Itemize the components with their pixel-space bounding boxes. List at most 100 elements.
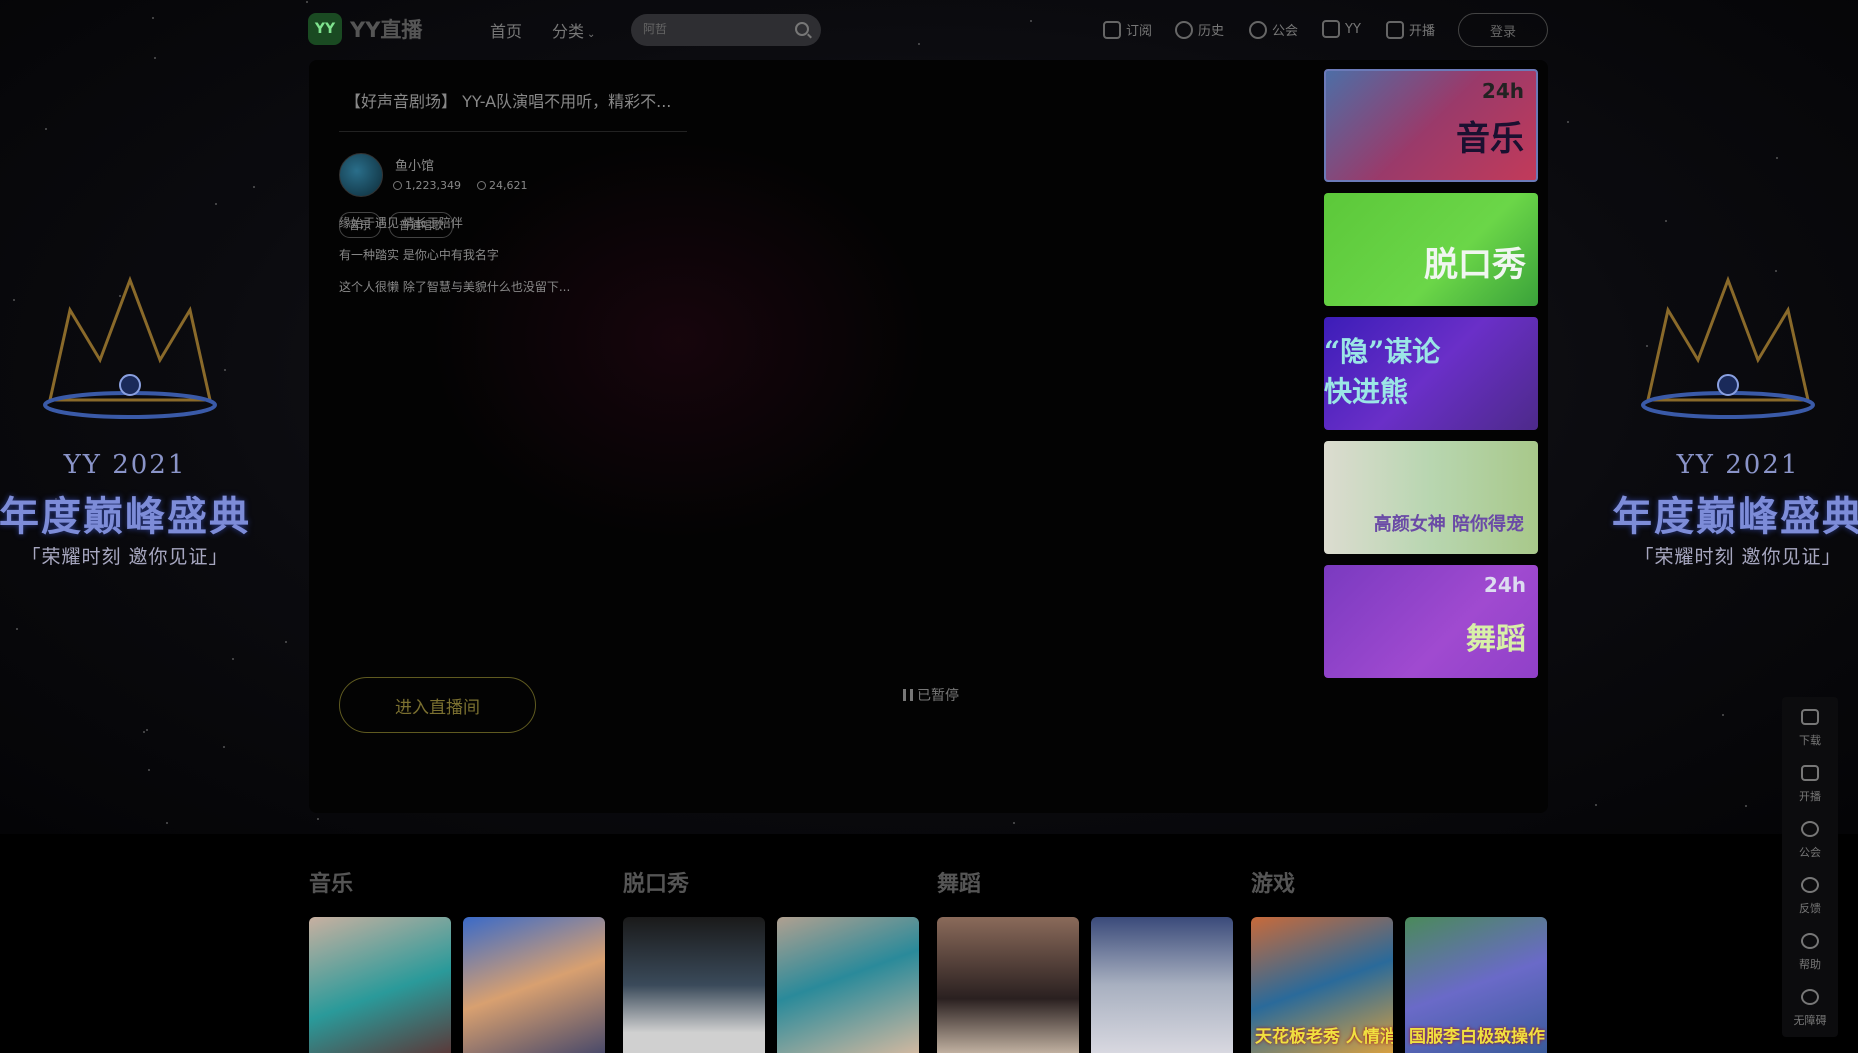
top-header: YY YY直播 首页 分类⌄ 订阅 历史 公会 YY 开播 登录 — [0, 0, 1858, 60]
float-broadcast[interactable]: 开播 — [1782, 753, 1838, 805]
festival-line2: 年度巅峰盛典 — [1612, 493, 1858, 540]
banner-goddess[interactable]: 高颜女神 陪你得宠 — [1324, 441, 1538, 554]
nav-yy-label: YY — [1345, 21, 1361, 37]
bookmark-icon — [1103, 20, 1121, 39]
description-line-1: 缘始于遇见 情长于陪伴 — [339, 216, 463, 230]
login-button[interactable]: 登录 — [1458, 13, 1548, 47]
room-title[interactable]: 【好声音剧场】 YY-A队演唱不用听，精彩不... — [345, 88, 685, 112]
float-broadcast-label: 开播 — [1799, 790, 1821, 803]
room-thumbnail[interactable] — [463, 917, 605, 1053]
float-accessibility[interactable]: 无障碍 — [1782, 977, 1838, 1029]
category-title-game[interactable]: 游戏 — [1251, 866, 1295, 898]
nav-yy[interactable]: YY — [1322, 20, 1361, 38]
search-box — [631, 14, 821, 46]
festival-line3: 「荣耀时刻 邀你见证」 — [1634, 546, 1842, 568]
viewer-count: 1,223,349 — [393, 179, 461, 192]
star — [1012, 821, 1015, 824]
heart-icon — [476, 181, 486, 190]
star — [1594, 803, 1597, 806]
nav-category[interactable]: 分类 ⌄ — [552, 18, 595, 42]
nav-category-label: 分类 — [552, 22, 585, 41]
star — [147, 768, 150, 771]
festival-line1: YY 2021 — [1676, 450, 1800, 480]
star — [1566, 120, 1569, 123]
crown-icon — [1641, 275, 1815, 419]
room-thumbnail[interactable] — [937, 917, 1079, 1053]
room-thumbnail[interactable] — [309, 917, 451, 1053]
streamer-name[interactable]: 鱼小馆 — [395, 155, 434, 174]
star — [1744, 805, 1747, 807]
room-thumbnail[interactable]: 国服李白极致操作 — [1405, 917, 1547, 1053]
like-count-value: 24,621 — [488, 179, 528, 192]
star — [316, 818, 319, 821]
star — [145, 729, 148, 732]
room-thumbnail[interactable] — [777, 917, 919, 1053]
star — [143, 731, 146, 734]
enter-room-button[interactable]: 进入直播间 — [339, 677, 536, 733]
floating-toolbar: 下载 开播 公会 反馈 帮助 无障碍 — [1782, 697, 1838, 1037]
banner-music[interactable]: 24h 音乐 — [1324, 69, 1538, 182]
banner-badge: 24h — [1481, 79, 1524, 103]
float-guild[interactable]: 公会 — [1782, 809, 1838, 861]
chat-icon — [1801, 877, 1819, 893]
room-thumbnail[interactable] — [1091, 917, 1233, 1053]
banner-label: 音乐 — [1456, 119, 1524, 159]
pause-icon — [903, 689, 913, 701]
star — [45, 128, 48, 131]
banner-conspiracy[interactable]: “隐”谋论 快进熊 — [1324, 317, 1538, 430]
star — [223, 746, 226, 749]
paused-label: 已暂停 — [917, 688, 959, 704]
category-title-music[interactable]: 音乐 — [309, 866, 353, 898]
clock-icon — [1175, 20, 1193, 39]
float-accessibility-label: 无障碍 — [1793, 1014, 1827, 1027]
hero-stage: YY 2021 年度巅峰盛典 「荣耀时刻 邀你见证」 YY 2021 年度巅峰盛… — [0, 0, 1858, 834]
streamer-avatar[interactable] — [339, 153, 383, 197]
category-title-dance[interactable]: 舞蹈 — [937, 866, 981, 898]
float-help-label: 帮助 — [1799, 958, 1821, 971]
banner-label: 舞蹈 — [1466, 622, 1526, 657]
panel-glow — [429, 140, 929, 540]
nav-broadcast[interactable]: 开播 — [1386, 20, 1435, 39]
room-thumbnail[interactable]: 天花板老秀 人情消失术 — [1251, 917, 1393, 1053]
description-line-2: 有一种踏实 是你心中有我名字 — [339, 248, 499, 262]
camera-icon — [1801, 765, 1819, 781]
camera-icon — [1386, 20, 1404, 39]
category-title-talkshow[interactable]: 脱口秀 — [623, 866, 689, 898]
search-icon[interactable] — [795, 22, 809, 36]
search-input[interactable] — [643, 22, 783, 36]
float-guild-label: 公会 — [1799, 846, 1821, 859]
recommended-banners: 24h 音乐 脱口秀 “隐”谋论 快进熊 高颜女神 陪你得宠 24h 舞蹈 — [1324, 69, 1538, 689]
banner-label: 脱口秀 — [1424, 245, 1526, 285]
festival-line1: YY 2021 — [63, 450, 187, 480]
divider — [339, 131, 687, 132]
float-download-label: 下载 — [1799, 734, 1821, 747]
festival-line3: 「荣耀时刻 邀你见证」 — [21, 546, 229, 568]
chevron-down-icon: ⌄ — [587, 29, 596, 40]
shield-icon — [1801, 821, 1819, 837]
nav-home[interactable]: 首页 — [490, 18, 522, 42]
star — [1775, 156, 1778, 159]
room-thumbnail[interactable] — [623, 917, 765, 1053]
site-logo[interactable]: YY YY直播 — [308, 13, 422, 45]
float-help[interactable]: 帮助 — [1782, 921, 1838, 973]
banner-talkshow[interactable]: 脱口秀 — [1324, 193, 1538, 306]
download-icon — [1801, 709, 1819, 725]
banner-badge: 24h — [1483, 573, 1526, 597]
banner-label: “隐”谋论 快进熊 — [1324, 335, 1441, 408]
festival-line2: 年度巅峰盛典 — [0, 493, 251, 540]
nav-subscribe-label: 订阅 — [1126, 24, 1153, 39]
star — [232, 658, 235, 661]
yy-icon — [1322, 20, 1340, 38]
float-feedback[interactable]: 反馈 — [1782, 865, 1838, 917]
float-download[interactable]: 下载 — [1782, 697, 1838, 749]
star — [1665, 219, 1668, 222]
like-count: 24,621 — [476, 179, 528, 192]
thumbnail-caption: 天花板老秀 人情消失术 — [1255, 1027, 1393, 1047]
paused-indicator[interactable]: 已暂停 — [903, 685, 959, 705]
nav-subscribe[interactable]: 订阅 — [1103, 20, 1152, 39]
logo-text: YY直播 — [350, 18, 423, 42]
nav-history[interactable]: 历史 — [1175, 20, 1224, 39]
float-feedback-label: 反馈 — [1799, 902, 1821, 915]
banner-dance[interactable]: 24h 舞蹈 — [1324, 565, 1538, 678]
nav-guild[interactable]: 公会 — [1249, 20, 1298, 39]
